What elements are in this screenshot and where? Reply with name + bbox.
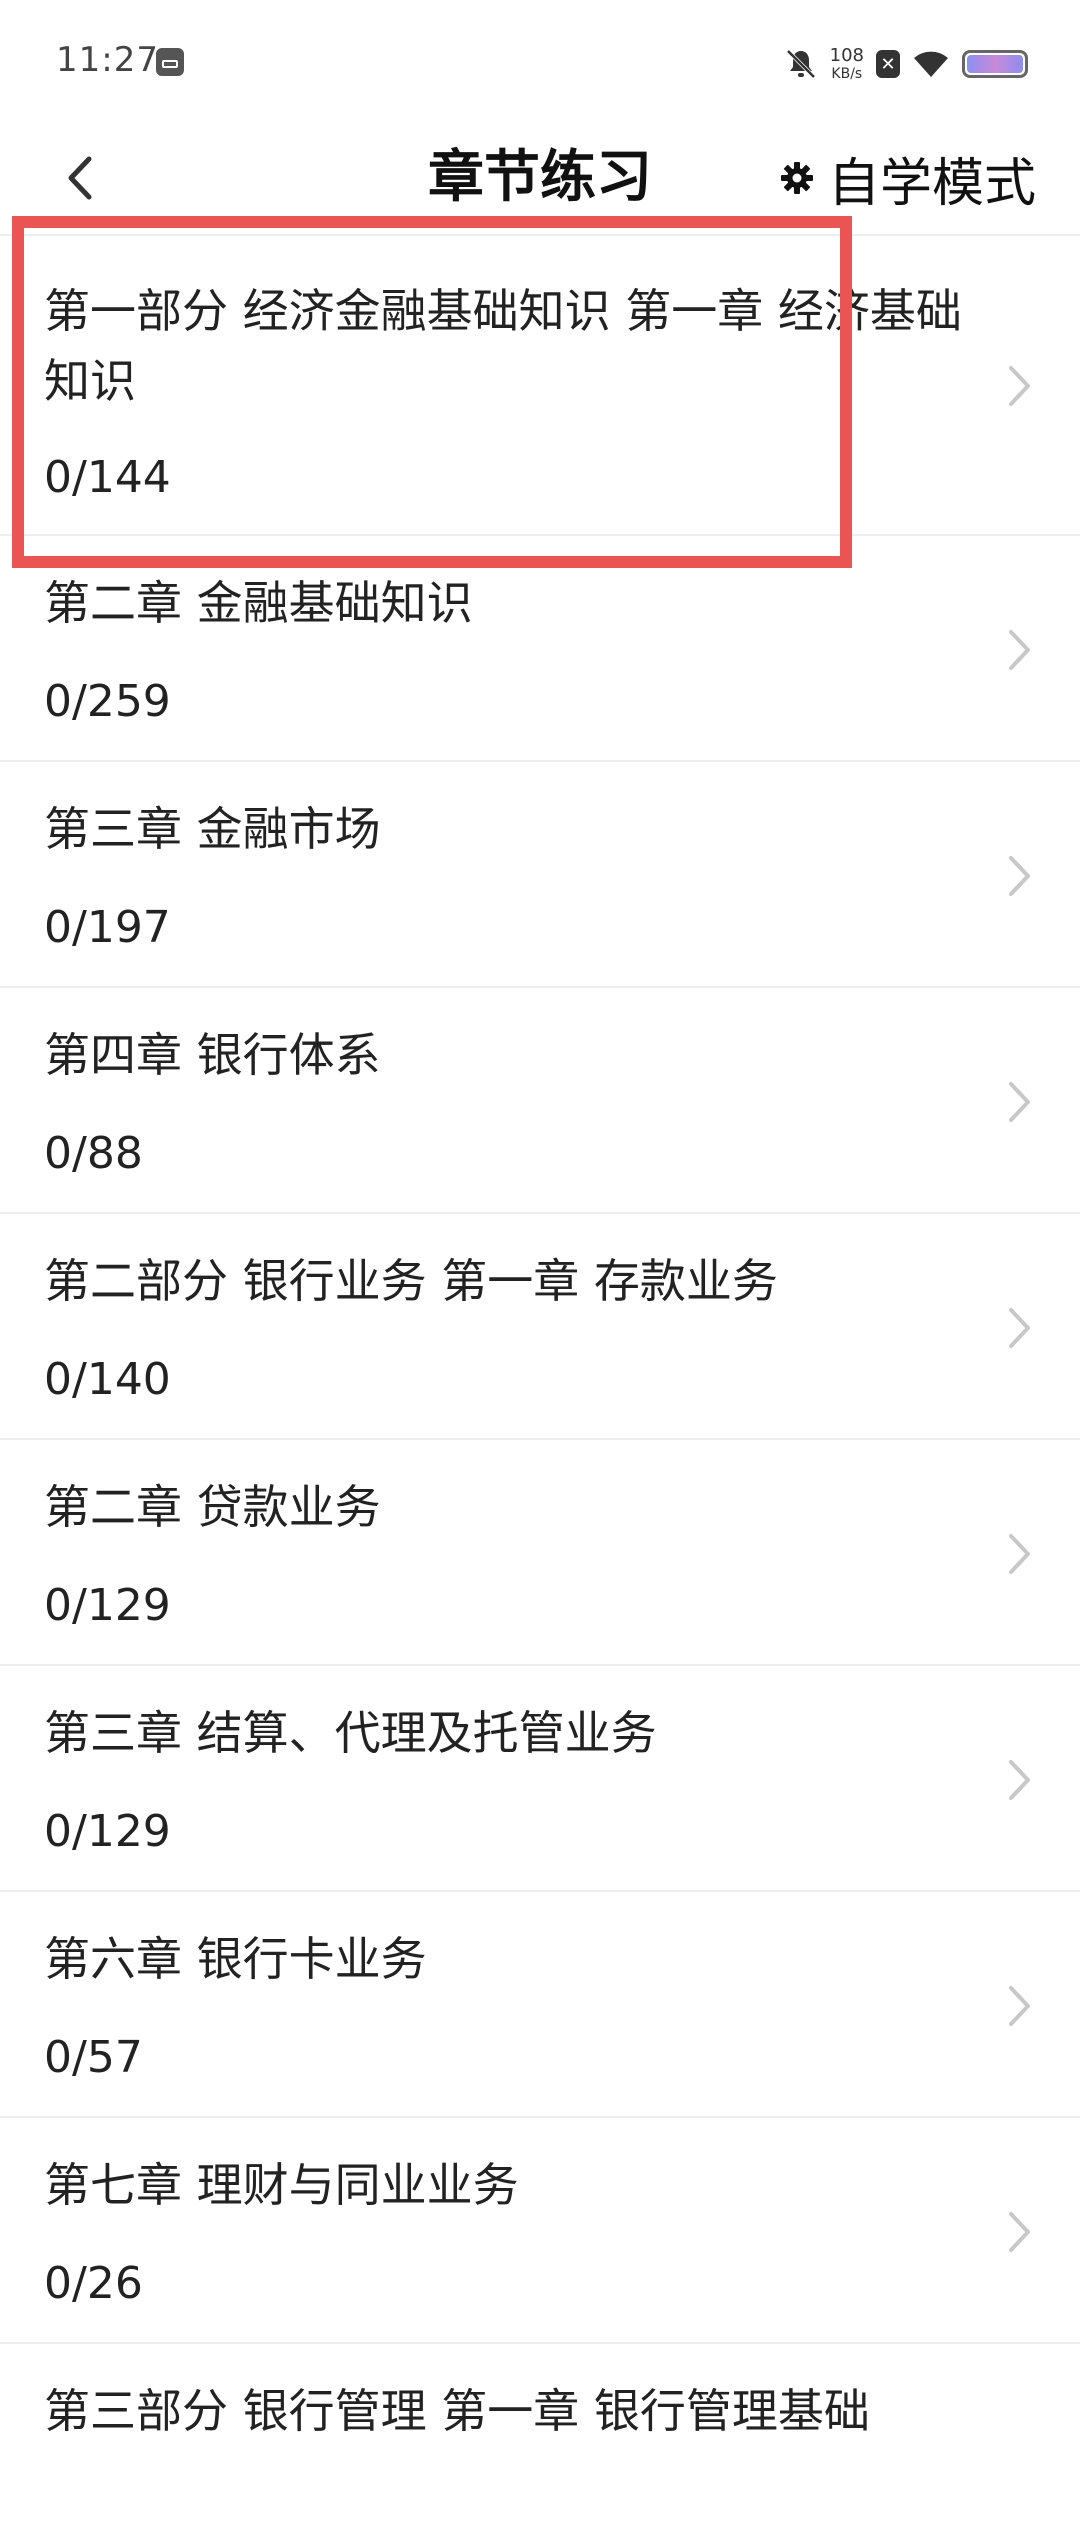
chapter-title: 第二章 贷款业务 [44, 1480, 381, 1534]
battery-icon [962, 50, 1028, 78]
chapter-title: 第六章 银行卡业务 [44, 1932, 427, 1986]
chapter-list: 第一部分 经济金融基础知识 第一章 经济基础知识 0/144 第二章 金融基础知… [0, 236, 1080, 2544]
chapter-progress: 0/129 [44, 1806, 171, 1857]
chapter-progress: 0/197 [44, 902, 171, 953]
chevron-right-icon [1009, 1082, 1030, 1122]
sim-card-icon [156, 48, 184, 76]
chapter-item[interactable]: 第七章 理财与同业业务 0/26 [0, 2118, 1080, 2344]
chapter-title: 第七章 理财与同业业务 [44, 2158, 519, 2212]
chapter-item[interactable]: 第二章 贷款业务 0/129 [0, 1440, 1080, 1666]
chevron-right-icon [1009, 1308, 1030, 1348]
header: 章节练习 自学模式 [0, 128, 1080, 236]
chapter-item[interactable]: 第二章 金融基础知识 0/259 [0, 536, 1080, 762]
self-study-mode-button[interactable]: 自学模式 [780, 128, 1036, 228]
chevron-right-icon [1009, 2212, 1030, 2252]
status-bar: 11:27 108 KB/s ✕ [0, 0, 1080, 128]
battery-fill [967, 55, 1023, 73]
chevron-right-icon [1009, 630, 1030, 670]
gear-icon [780, 162, 813, 194]
chapter-title: 第三章 金融市场 [44, 802, 381, 856]
chapter-title: 第一部分 经济金融基础知识 第一章 经济基础知识 [44, 284, 962, 408]
chevron-right-icon [1009, 1534, 1030, 1574]
chevron-right-icon [1009, 856, 1030, 896]
close-notification-icon: ✕ [876, 50, 900, 78]
network-speed: 108 KB/s [829, 45, 864, 82]
mode-label: 自学模式 [827, 153, 1036, 214]
chapter-item[interactable]: 第六章 银行卡业务 0/57 [0, 1892, 1080, 2118]
chapter-progress: 0/26 [44, 2258, 143, 2309]
chapter-title: 第三部分 银行管理 第一章 银行管理基础 [44, 2384, 870, 2438]
chapter-progress: 0/129 [44, 1580, 171, 1631]
chapter-item[interactable]: 第二部分 银行业务 第一章 存款业务 0/140 [0, 1214, 1080, 1440]
chapter-item[interactable]: 第一部分 经济金融基础知识 第一章 经济基础知识 0/144 [0, 236, 1080, 536]
wifi-icon [914, 51, 948, 77]
chapter-progress: 0/140 [44, 1354, 171, 1405]
bell-off-icon [786, 49, 816, 79]
chapter-item[interactable]: 第四章 银行体系 0/88 [0, 988, 1080, 1214]
chapter-item[interactable]: 第三章 金融市场 0/197 [0, 762, 1080, 988]
status-time: 11:27 [56, 40, 159, 80]
chevron-right-icon [1009, 366, 1030, 406]
chapter-item[interactable]: 第三章 结算、代理及托管业务 0/129 [0, 1666, 1080, 1892]
network-speed-unit: KB/s [831, 66, 863, 82]
chapter-item[interactable]: 第三部分 银行管理 第一章 银行管理基础 [0, 2344, 1080, 2544]
chapter-progress: 0/57 [44, 2032, 143, 2083]
chapter-title: 第二章 金融基础知识 [44, 576, 473, 630]
chevron-right-icon [1009, 1986, 1030, 2026]
network-speed-value: 108 [829, 45, 864, 66]
chapter-progress: 0/144 [44, 452, 171, 503]
chapter-title: 第三章 结算、代理及托管业务 [44, 1706, 657, 1760]
chapter-progress: 0/259 [44, 676, 171, 727]
chevron-right-icon [1009, 1760, 1030, 1800]
chapter-title: 第二部分 银行业务 第一章 存款业务 [44, 1254, 778, 1308]
chapter-progress: 0/88 [44, 1128, 143, 1179]
status-icons: 108 KB/s ✕ [784, 40, 1028, 88]
chapter-title: 第四章 银行体系 [44, 1028, 381, 1082]
